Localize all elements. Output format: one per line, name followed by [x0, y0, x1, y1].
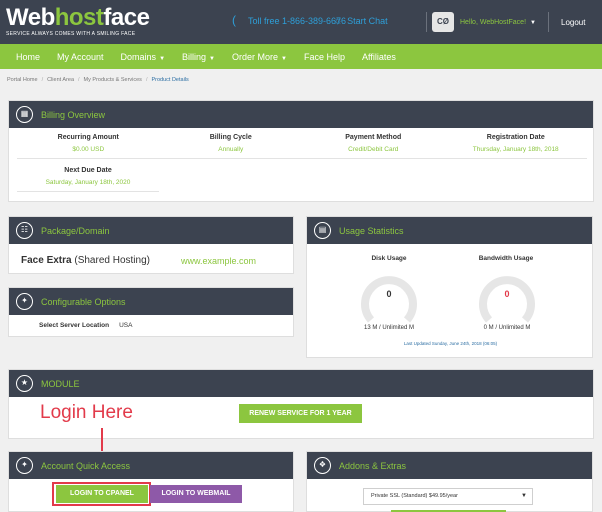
disk-usage-detail: 13 M / Unlimited M	[363, 325, 414, 331]
server-location-value: USA	[119, 322, 133, 329]
cube-icon: ❖	[314, 457, 331, 474]
user-greeting: Hello, WebHostFace! ▼	[460, 19, 536, 26]
login-here-annotation: Login Here	[40, 402, 133, 423]
logo-host-text: host	[54, 4, 104, 31]
panel-title: Usage Statistics	[339, 225, 404, 236]
bandwidth-usage-gauge	[479, 276, 535, 323]
usage-last-updated: Last Updated Sunday, June 24th, 2018 (06…	[403, 341, 498, 346]
panel-header: ✦ Account Quick Access	[9, 452, 293, 479]
chat-icon: ☼	[333, 15, 344, 27]
panel-header: ❖ Addons & Extras	[307, 452, 592, 479]
breadcrumb-product-details: Product Details	[151, 77, 189, 83]
chevron-down-icon: ▼	[281, 55, 287, 62]
nav-my-account[interactable]: My Account	[57, 52, 104, 62]
billing-cycle: Billing Cycle Annually	[209, 134, 252, 153]
chevron-down-icon: ▼	[159, 55, 166, 62]
recurring-amount: Recurring Amount $0.00 USD	[57, 134, 119, 153]
breadcrumb-client-area[interactable]: Client Area	[47, 77, 74, 83]
server-location-label: Select Server Location	[39, 322, 110, 329]
chevron-down-icon: ▼	[530, 19, 536, 26]
divider	[17, 191, 159, 192]
panel-header: ☷ Package/Domain	[9, 217, 293, 244]
panel-title: Addons & Extras	[339, 460, 407, 471]
bandwidth-usage-detail: 0 M / Unlimited M	[483, 325, 531, 331]
package-domain-panel: ☷ Package/Domain Face Extra (Shared Host…	[8, 216, 294, 274]
user-greeting-text: Hello, WebHostFace!	[460, 18, 527, 26]
start-chat-text: Start Chat	[347, 16, 388, 26]
puzzle-icon: ★	[16, 375, 33, 392]
disk-usage-value: 0	[386, 289, 392, 299]
disk-usage-label: Disk Usage	[371, 255, 407, 262]
phone-icon: (	[232, 13, 236, 27]
bandwidth-usage-value: 0	[504, 289, 510, 299]
panel-header: ✦ Configurable Options	[9, 288, 293, 315]
tollfree-text: Toll free 1-866-389-6676	[248, 16, 347, 26]
package-name: Face Extra (Shared Hosting)	[21, 255, 150, 266]
login-to-webmail-button[interactable]: LOGIN TO WEBMAIL	[150, 485, 242, 503]
logo-face-text: face	[103, 4, 150, 31]
divider	[17, 158, 587, 159]
top-header: Webhostface SERVICE ALWAYS COMES WITH A …	[0, 0, 602, 44]
addon-select-dropdown[interactable]: Private SSL (Standard) $49.95/year ▼	[363, 488, 533, 505]
logo-web-text: Web	[6, 4, 55, 31]
addons-extras-panel: ❖ Addons & Extras Private SSL (Standard)…	[306, 451, 593, 512]
webhostface-logo[interactable]: Webhostface SERVICE ALWAYS COMES WITH A …	[6, 4, 150, 38]
panel-header: ★ MODULE	[9, 370, 593, 397]
chevron-down-icon: ▼	[521, 493, 527, 499]
configurable-options-panel: ✦ Configurable Options Select Server Loc…	[8, 287, 294, 337]
usage-statistics-panel: ▤ Usage Statistics Disk Usage 0 13 M / U…	[306, 216, 593, 358]
panel-header: ▤ Usage Statistics	[307, 217, 592, 244]
billing-overview-panel: ▦ Billing Overview Recurring Amount $0.0…	[8, 100, 594, 202]
renew-service-button[interactable]: RENEW SERVICE FOR 1 YEAR	[239, 404, 362, 423]
addon-selected-value: Private SSL (Standard) $49.95/year	[371, 493, 458, 499]
nav-affiliates[interactable]: Affiliates	[362, 52, 396, 62]
nav-domains[interactable]: Domains ▼	[121, 52, 165, 62]
panel-title: Package/Domain	[41, 225, 110, 236]
bandwidth-usage-label: Bandwidth Usage	[478, 255, 534, 262]
panel-title: Account Quick Access	[41, 460, 131, 471]
breadcrumb-portal-home[interactable]: Portal Home	[7, 77, 38, 83]
wrench-icon: ✦	[16, 457, 33, 474]
panel-title: MODULE	[41, 378, 80, 389]
panel-header: ▦ Billing Overview	[9, 101, 593, 128]
avatar: CØ	[432, 12, 454, 32]
nav-face-help[interactable]: Face Help	[304, 52, 345, 62]
login-to-cpanel-button[interactable]: LOGIN TO CPANEL	[56, 485, 148, 503]
billing-grid: Recurring Amount $0.00 USD Billing Cycle…	[17, 134, 587, 153]
nav-billing[interactable]: Billing ▼	[182, 52, 215, 62]
nav-order-more[interactable]: Order More ▼	[232, 52, 287, 62]
nav-home[interactable]: Home	[16, 52, 40, 62]
panel-title: Billing Overview	[41, 109, 106, 120]
account-quick-access-panel: ✦ Account Quick Access LOGIN TO CPANEL L…	[8, 451, 294, 512]
breadcrumb: Portal Home / Client Area / My Products & Se…	[7, 77, 189, 83]
user-menu[interactable]: CØ Hello, WebHostFace! ▼	[432, 12, 536, 32]
breadcrumb-products[interactable]: My Products & Services	[84, 77, 142, 83]
header-divider	[548, 12, 549, 32]
payment-method: Payment Method Credit/Debit Card	[345, 134, 402, 153]
wrench-icon: ✦	[16, 293, 33, 310]
header-divider	[426, 12, 427, 32]
disk-usage-gauge	[361, 276, 417, 323]
chevron-down-icon: ▼	[209, 55, 215, 62]
logout-link[interactable]: Logout	[561, 18, 585, 27]
calculator-icon: ▦	[16, 106, 33, 123]
domain-link[interactable]: www.example.com	[181, 256, 256, 266]
server-location-row: Select Server Location USA	[39, 322, 132, 329]
next-due-date: Next Due Date Saturday, January 18th, 20…	[45, 167, 131, 186]
main-nav: Home My Account Domains ▼ Billing ▼ Order …	[0, 44, 602, 69]
start-chat-link[interactable]: ☼ Start Chat	[333, 15, 388, 27]
panel-title: Configurable Options	[41, 296, 126, 307]
tollfree-phone[interactable]: ( Toll free 1-866-389-6676	[232, 13, 347, 27]
registration-date: Registration Date Thursday, January 18th…	[472, 134, 559, 153]
globe-icon: ☷	[16, 222, 33, 239]
logo-tagline: SERVICE ALWAYS COMES WITH A SMILING FACE	[6, 31, 136, 37]
chart-icon: ▤	[314, 222, 331, 239]
